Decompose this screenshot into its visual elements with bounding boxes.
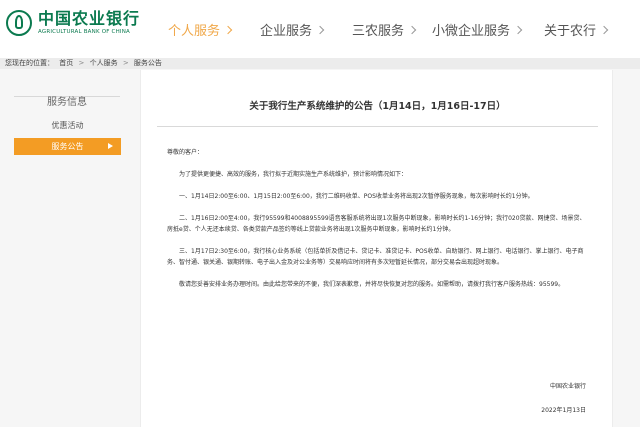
chevron-right-icon (223, 25, 233, 35)
nav-label: 小微企业服务 (432, 24, 511, 39)
caret-right-icon (108, 143, 113, 149)
sidebar-title: 服务信息 (43, 97, 91, 108)
chevron-right-icon (407, 25, 417, 35)
sidebar-item-promotions[interactable]: 优惠活动 (14, 117, 121, 134)
notice-item: 三、1月17日2:30至6:00，我行核心业务系统（包括单折及借记卡、贷记卡、准… (167, 248, 584, 266)
chevron-right-icon (315, 25, 325, 35)
notice-panel: 关于我行生产系统维护的公告（1月14日，1月16日-17日） 尊敬的客户： 为了… (140, 70, 613, 427)
notice-item: 二、1月16日2:00至4:00，我行95599和4008895599语音客服系… (167, 215, 586, 233)
sidebar: 服务信息 优惠活动 服务公告 (0, 70, 140, 427)
nav-label: 企业服务 (260, 24, 313, 39)
notice-title: 关于我行生产系统维护的公告（1月14日，1月16日-17日） (249, 101, 506, 112)
right-gutter (613, 70, 640, 427)
breadcrumb-separator: > (78, 59, 85, 67)
notice-greeting: 尊敬的客户： (167, 149, 204, 156)
notice-body: 尊敬的客户： 为了提供更便捷、高效的服务，我行拟于近期实施生产系统维护，预计影响… (167, 147, 587, 301)
breadcrumb-prefix: 您现在的位置： (5, 59, 54, 67)
nav-label: 三农服务 (352, 24, 405, 39)
nav-agricultural-services[interactable]: 三农服务 (352, 20, 432, 39)
divider (157, 126, 598, 127)
nav-label: 关于农行 (544, 24, 597, 39)
logo-name-cn: 中国农业银行 (38, 9, 141, 28)
sidebar-item-label: 服务公告 (51, 142, 84, 151)
breadcrumb-personal-services[interactable]: 个人服务 (90, 59, 118, 67)
notice-item: 一、1月14日2:00至6:00、1月15日2:00至6:00，我行二维码收单、… (179, 193, 534, 200)
main-nav: 个人服务 企业服务 三农服务 小微企业服务 关于农行 (168, 20, 624, 39)
signature-organization: 中国农业银行 (549, 383, 586, 390)
logo-text: 中国农业银行 AGRICULTURAL BANK OF CHINA (38, 10, 140, 36)
breadcrumb-home[interactable]: 首页 (59, 59, 73, 67)
site-header: 中国农业银行 AGRICULTURAL BANK OF CHINA 个人服务 企… (0, 0, 640, 58)
sidebar-item-service-notice[interactable]: 服务公告 (14, 138, 121, 155)
breadcrumb-service-notice[interactable]: 服务公告 (134, 59, 162, 67)
abc-logo-icon (6, 10, 32, 36)
signature-date: 2022年1月13日 (541, 407, 586, 414)
chevron-right-icon (513, 25, 523, 35)
nav-about-abc[interactable]: 关于农行 (544, 20, 624, 39)
nav-label: 个人服务 (168, 24, 221, 39)
nav-small-business-services[interactable]: 小微企业服务 (432, 20, 544, 39)
bank-logo[interactable]: 中国农业银行 AGRICULTURAL BANK OF CHINA (6, 8, 140, 38)
breadcrumb: 您现在的位置： 首页 > 个人服务 > 服务公告 (5, 57, 165, 69)
nav-corporate-services[interactable]: 企业服务 (260, 20, 352, 39)
nav-personal-services[interactable]: 个人服务 (168, 20, 260, 39)
breadcrumb-separator: > (122, 59, 129, 67)
notice-intro: 为了提供更便捷、高效的服务，我行拟于近期实施生产系统维护，预计影响情况如下： (179, 171, 408, 178)
sidebar-item-label: 优惠活动 (51, 121, 84, 130)
notice-closing: 敬请您妥善安排业务办理时间。由此给您带来的不便，我们深表歉意，并将尽快恢复对您的… (179, 281, 565, 288)
sidebar-header: 服务信息 (14, 90, 120, 109)
chevron-right-icon (599, 25, 609, 35)
logo-name-en: AGRICULTURAL BANK OF CHINA (38, 29, 131, 35)
